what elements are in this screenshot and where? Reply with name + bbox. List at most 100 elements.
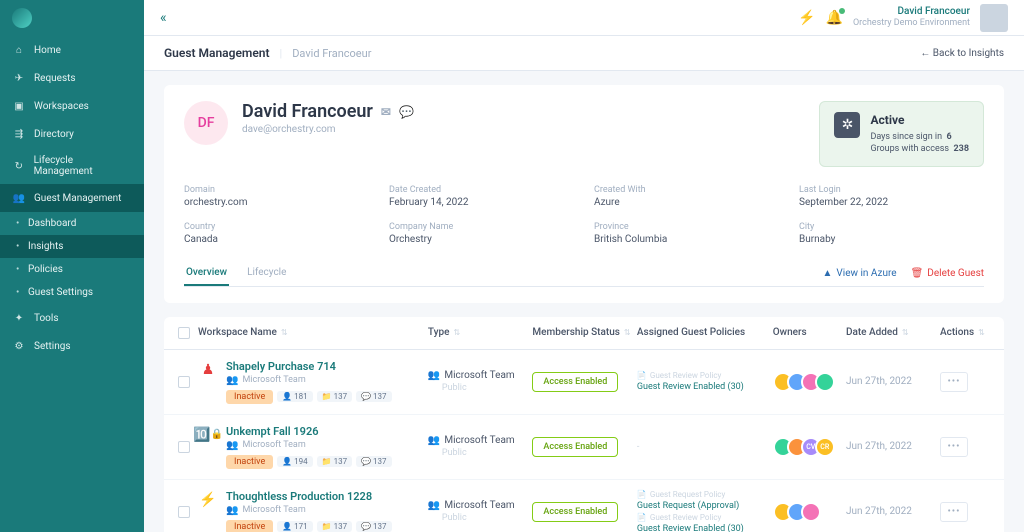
chat-icon[interactable]: 💬 (399, 105, 414, 119)
profile-card: DF David Francoeur✉💬 dave@orchestry.com … (164, 85, 1004, 303)
workspace-icon: 🔟🔒 (198, 425, 218, 445)
home-icon: ⌂ (12, 43, 26, 57)
status-gear-icon: ✲ (834, 112, 860, 138)
teams-icon: 👥 (428, 500, 440, 511)
status-badge: Access Enabled (532, 372, 618, 392)
view-in-azure-link[interactable]: ▲View in Azure (822, 261, 896, 286)
inactive-badge: Inactive (226, 520, 273, 532)
nav-insights[interactable]: Insights (0, 235, 144, 258)
nav-dashboard[interactable]: Dashboard (0, 212, 144, 235)
policy-link[interactable]: Guest Review Enabled (30) (637, 524, 773, 532)
owner-avatar[interactable]: CR (815, 437, 835, 457)
th-date[interactable]: Date Added⇅ (846, 327, 940, 339)
date-added: Jun 27th, 2022 (846, 506, 940, 517)
teams-icon: 👥 (226, 375, 238, 386)
info-value: orchestry.com (184, 197, 369, 208)
row-checkbox[interactable] (178, 376, 190, 388)
tab-lifecycle[interactable]: Lifecycle (245, 261, 288, 286)
nav-guest-settings[interactable]: Guest Settings (0, 281, 144, 304)
stat-chip: 📁 137 (317, 521, 352, 532)
teams-icon: 👥 (428, 370, 440, 381)
stat-chip: 👤 171 (277, 521, 312, 532)
status-badge: Access Enabled (532, 437, 618, 457)
row-checkbox[interactable] (178, 506, 190, 518)
send-icon: ✈ (12, 71, 26, 85)
bolt-icon[interactable]: ⚡ (798, 10, 815, 26)
owner-avatar[interactable] (815, 372, 835, 392)
policy-link[interactable]: Guest Review Enabled (30) (637, 382, 773, 392)
azure-icon: ▲ (822, 268, 832, 279)
status-box: ✲ Active Days since sign in 6 Groups wit… (819, 101, 984, 167)
row-actions-button[interactable]: ••• (940, 372, 968, 392)
date-added: Jun 27th, 2022 (846, 376, 940, 387)
th-workspace-name[interactable]: Workspace Name⇅ (198, 327, 428, 339)
nav-requests[interactable]: ✈Requests (0, 64, 144, 92)
tree-icon: ⇶ (12, 127, 26, 141)
back-to-insights-link[interactable]: ← Back to Insights (920, 48, 1004, 59)
nav-workspaces[interactable]: ▣Workspaces (0, 92, 144, 120)
stat-chip: 📁 137 (317, 456, 352, 467)
policy-link[interactable]: Guest Request (Approval) (637, 501, 773, 511)
user-menu[interactable]: David Francoeur Orchestry Demo Environme… (853, 6, 970, 29)
inactive-badge: Inactive (226, 390, 273, 404)
status-title: Active (870, 112, 969, 129)
breadcrumb: Guest Management | David Francoeur ← Bac… (144, 36, 1024, 71)
crumb-main: Guest Management (164, 46, 270, 60)
profile-name: David Francoeur✉💬 (242, 101, 414, 122)
workspace-link[interactable]: Unkempt Fall 1926 (226, 425, 392, 438)
wand-icon: ✦ (12, 311, 26, 325)
table-row: ⚡Thoughtless Production 1228👥Microsoft T… (164, 480, 1004, 532)
row-checkbox[interactable] (178, 441, 190, 453)
info-label: Province (594, 222, 779, 232)
status-badge: Access Enabled (532, 502, 618, 522)
nav-settings[interactable]: ⚙Settings (0, 332, 144, 360)
info-value: Azure (594, 197, 779, 208)
owner-avatar[interactable] (801, 502, 821, 522)
info-label: Date Created (389, 185, 574, 195)
info-label: Last Login (799, 185, 984, 195)
bell-icon[interactable]: 🔔 (826, 10, 843, 26)
row-actions-button[interactable]: ••• (940, 502, 968, 522)
delete-guest-link[interactable]: 🗑Delete Guest (911, 261, 984, 286)
info-value: September 22, 2022 (799, 197, 984, 208)
tabs: Overview Lifecycle ▲View in Azure 🗑Delet… (184, 261, 984, 287)
stat-chip: 📁 137 (317, 391, 352, 402)
mail-icon[interactable]: ✉ (381, 105, 391, 119)
topbar: « ⚡ 🔔 David Francoeur Orchestry Demo Env… (144, 0, 1024, 36)
policy-icon: 📄 (637, 490, 647, 499)
workspace-link[interactable]: Thoughtless Production 1228 (226, 490, 392, 503)
stat-chip: 👤 181 (277, 391, 312, 402)
stat-chip: 👤 194 (277, 456, 312, 467)
nav-lifecycle[interactable]: ↻Lifecycle Management (0, 148, 144, 184)
th-status[interactable]: Membership Status⇅ (532, 327, 637, 339)
nav-guest-management[interactable]: 👥Guest Management (0, 184, 144, 212)
nav-home[interactable]: ⌂Home (0, 36, 144, 64)
info-value: Canada (184, 234, 369, 245)
logo[interactable] (0, 0, 144, 36)
tab-overview[interactable]: Overview (184, 261, 229, 286)
nav-policies[interactable]: Policies (0, 258, 144, 281)
workspace-icon: ⚡ (198, 490, 218, 510)
th-type[interactable]: Type⇅ (428, 327, 533, 339)
info-label: Domain (184, 185, 369, 195)
nav-tools[interactable]: ✦Tools (0, 304, 144, 332)
info-label: Created With (594, 185, 779, 195)
teams-icon: 👥 (428, 435, 440, 446)
th-policies: Assigned Guest Policies (637, 327, 773, 339)
info-label: Company Name (389, 222, 574, 232)
trash-icon: 🗑 (911, 268, 924, 279)
stat-chip: 💬 137 (356, 391, 391, 402)
workspace-link[interactable]: Shapely Purchase 714 (226, 360, 392, 373)
info-value: Burnaby (799, 234, 984, 245)
layers-icon: ▣ (12, 99, 26, 113)
info-grid: Domain orchestry.com Date Created February … (184, 185, 984, 245)
info-value: February 14, 2022 (389, 197, 574, 208)
workspace-icon: ♟ (198, 360, 218, 380)
collapse-sidebar-button[interactable]: « (160, 10, 167, 26)
select-all-checkbox[interactable] (178, 327, 190, 339)
stat-chip: 💬 137 (356, 456, 391, 467)
row-actions-button[interactable]: ••• (940, 437, 968, 457)
profile-avatar: DF (184, 101, 228, 145)
avatar[interactable] (980, 4, 1008, 32)
nav-directory[interactable]: ⇶Directory (0, 120, 144, 148)
